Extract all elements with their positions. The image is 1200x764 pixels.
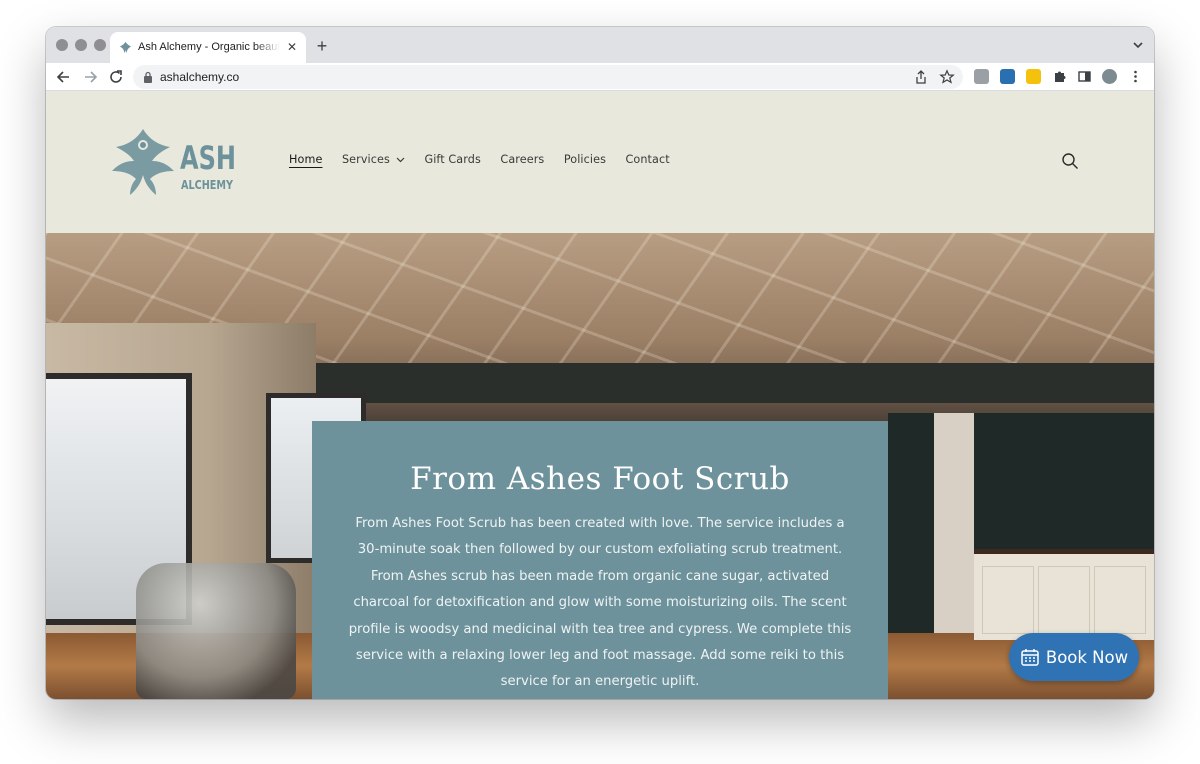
avatar[interactable] bbox=[1102, 69, 1117, 84]
service-description: From Ashes Foot Scrub has been created w… bbox=[348, 516, 852, 690]
book-now-button[interactable]: Book Now bbox=[1009, 633, 1139, 681]
hero-image-cabinet-door bbox=[1038, 566, 1090, 634]
phoenix-icon bbox=[119, 41, 132, 54]
address-bar[interactable]: ashalchemy.co bbox=[133, 65, 963, 89]
new-tab-button[interactable]: + bbox=[312, 36, 332, 56]
arrow-left-icon[interactable] bbox=[54, 67, 74, 87]
service-card: From Ashes Foot Scrub From Ashes Foot Sc… bbox=[312, 421, 888, 699]
main-nav: Home Services Gift Cards Careers Policie… bbox=[289, 153, 689, 166]
puzzle-icon[interactable] bbox=[1052, 69, 1067, 84]
nav-careers[interactable]: Careers bbox=[500, 153, 544, 166]
web-page: ASH ALCHEMY Home Services Gift Cards Car… bbox=[46, 91, 1154, 699]
nav-policies[interactable]: Policies bbox=[564, 153, 606, 166]
site-logo[interactable]: ASH ALCHEMY bbox=[110, 125, 240, 197]
extension-icon[interactable] bbox=[1000, 69, 1015, 84]
tab-active[interactable]: Ash Alchemy - Organic beauty ✕ bbox=[110, 32, 306, 63]
zoom-window-button[interactable] bbox=[94, 39, 106, 51]
service-title: From Ashes Foot Scrub bbox=[410, 461, 790, 497]
minimize-window-button[interactable] bbox=[75, 39, 87, 51]
star-icon[interactable] bbox=[939, 69, 955, 85]
nav-home[interactable]: Home bbox=[289, 153, 322, 166]
nav-contact[interactable]: Contact bbox=[626, 153, 670, 166]
nav-gift-cards[interactable]: Gift Cards bbox=[424, 153, 480, 166]
arrow-right-icon[interactable] bbox=[80, 67, 100, 87]
side-panel-icon[interactable] bbox=[1077, 69, 1092, 84]
tab-title: Ash Alchemy - Organic beauty bbox=[138, 41, 280, 53]
hero-image-brick-column bbox=[934, 413, 974, 633]
nav-services-label: Services bbox=[341, 153, 390, 166]
calendar-icon bbox=[1021, 649, 1039, 666]
chevron-down-icon bbox=[396, 157, 405, 162]
search-icon[interactable] bbox=[1061, 152, 1079, 170]
browser-window: Ash Alchemy - Organic beauty ✕ + ashalch… bbox=[46, 27, 1154, 699]
site-header: ASH ALCHEMY Home Services Gift Cards Car… bbox=[46, 91, 1154, 233]
hero-banner: From Ashes Foot Scrub From Ashes Foot Sc… bbox=[46, 233, 1154, 699]
extension-icon[interactable] bbox=[1026, 69, 1041, 84]
window-controls bbox=[56, 39, 106, 51]
nav-services[interactable]: Services bbox=[342, 153, 405, 166]
lock-icon[interactable] bbox=[143, 71, 153, 83]
tab-strip: Ash Alchemy - Organic beauty ✕ + bbox=[46, 27, 1154, 63]
close-window-button[interactable] bbox=[56, 39, 68, 51]
hero-image-cabinet-door bbox=[1094, 566, 1146, 634]
hero-image-salon-chair bbox=[136, 563, 296, 699]
hero-image-cabinet bbox=[974, 549, 1154, 640]
url-text[interactable]: ashalchemy.co bbox=[160, 70, 239, 84]
more-vertical-icon[interactable] bbox=[1128, 69, 1143, 84]
logo-text-main: ASH bbox=[180, 139, 236, 177]
extension-icon[interactable] bbox=[974, 69, 989, 84]
book-now-label: Book Now bbox=[1045, 647, 1129, 667]
close-icon[interactable]: ✕ bbox=[284, 39, 300, 55]
logo-text-sub: ALCHEMY bbox=[181, 178, 233, 192]
browser-toolbar: ashalchemy.co bbox=[46, 63, 1154, 91]
reload-icon[interactable] bbox=[106, 67, 126, 87]
hero-image-cabinet-door bbox=[982, 566, 1034, 634]
chevron-down-icon[interactable] bbox=[1132, 39, 1144, 51]
share-icon[interactable] bbox=[913, 69, 929, 85]
